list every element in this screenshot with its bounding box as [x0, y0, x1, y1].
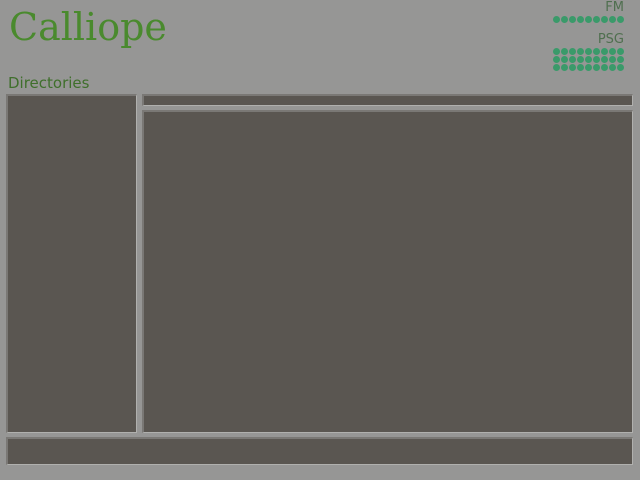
path-bar [142, 94, 633, 106]
meter-led [593, 16, 600, 23]
meter-led [609, 56, 616, 63]
meter-led [609, 48, 616, 55]
meter-led [561, 64, 568, 71]
meter-led [585, 56, 592, 63]
meter-led [569, 64, 576, 71]
meter-led [601, 48, 608, 55]
meter-led [553, 48, 560, 55]
meter-led [585, 16, 592, 23]
meter-led [609, 64, 616, 71]
meter-row [553, 56, 624, 63]
meter-led [601, 56, 608, 63]
meter-led [553, 16, 560, 23]
meter-led [569, 48, 576, 55]
status-bar [6, 437, 633, 465]
fm-level-meter [553, 16, 624, 23]
directories-heading: Directories [8, 74, 90, 92]
meter-led [577, 16, 584, 23]
psg-meter-label: PSG [597, 32, 624, 47]
directory-list[interactable] [6, 94, 137, 433]
meter-led [585, 48, 592, 55]
meter-led [569, 16, 576, 23]
meter-led [601, 64, 608, 71]
meter-led [609, 16, 616, 23]
psg-level-meter [553, 48, 624, 71]
meter-led [553, 56, 560, 63]
meter-led [561, 16, 568, 23]
meter-led [601, 16, 608, 23]
app-title: Calliope [9, 5, 167, 49]
fm-meter-label: FM [605, 0, 624, 15]
meter-led [617, 56, 624, 63]
meter-led [569, 56, 576, 63]
meter-led [577, 48, 584, 55]
meter-led [617, 48, 624, 55]
meter-led [561, 56, 568, 63]
meter-led [617, 16, 624, 23]
meter-led [593, 64, 600, 71]
meter-led [577, 64, 584, 71]
meter-row [553, 64, 624, 71]
meter-led [617, 64, 624, 71]
meter-row [553, 48, 624, 55]
meter-led [585, 64, 592, 71]
meter-led [561, 48, 568, 55]
meter-led [593, 56, 600, 63]
meter-row [553, 16, 624, 23]
file-list[interactable] [142, 110, 633, 433]
meter-led [553, 64, 560, 71]
meter-led [577, 56, 584, 63]
meter-led [593, 48, 600, 55]
